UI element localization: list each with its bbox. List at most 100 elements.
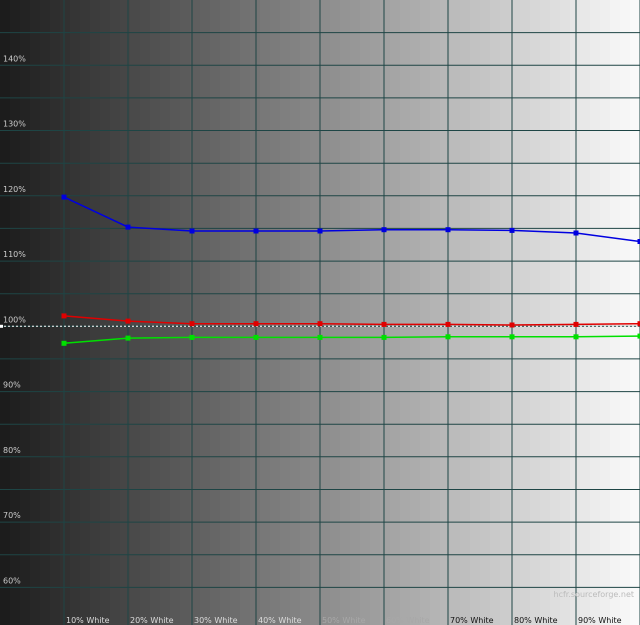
background-band [340, 0, 351, 625]
background-band [540, 0, 551, 625]
background-band [110, 0, 121, 625]
background-band [260, 0, 271, 625]
y-tick-label: 60% [3, 576, 21, 585]
x-tick-label: 70% White [450, 616, 494, 625]
background-band [70, 0, 81, 625]
series-point [189, 334, 195, 340]
series-point [125, 335, 131, 341]
background-band [360, 0, 371, 625]
background-band [370, 0, 381, 625]
background-band [160, 0, 171, 625]
background-band [440, 0, 451, 625]
background-band [40, 0, 51, 625]
background-band [310, 0, 321, 625]
series-point [381, 321, 387, 327]
background-band [420, 0, 431, 625]
series-point [381, 334, 387, 340]
x-tick-label: 60% White [386, 616, 430, 625]
background-band [320, 0, 331, 625]
background-band [280, 0, 291, 625]
series-point [61, 313, 67, 319]
background-band [450, 0, 461, 625]
background-band [60, 0, 71, 625]
background-band [20, 0, 31, 625]
background-band [50, 0, 61, 625]
background-band [200, 0, 211, 625]
background-band [490, 0, 501, 625]
series-point [509, 322, 515, 328]
series-point [509, 334, 515, 340]
background-band [350, 0, 361, 625]
series-point [573, 230, 579, 236]
background-band [590, 0, 601, 625]
x-tick-label: 50% White [322, 616, 366, 625]
watermark: hcfr.sourceforge.net [554, 590, 634, 599]
background-band [390, 0, 401, 625]
background-band [550, 0, 561, 625]
background-band [630, 0, 640, 625]
background-band [0, 0, 11, 625]
y-tick-label: 90% [3, 381, 21, 390]
background-band [500, 0, 511, 625]
series-point [445, 334, 451, 340]
background-band [530, 0, 541, 625]
reference-marker [0, 324, 3, 328]
y-tick-label: 120% [3, 185, 26, 194]
background-band [570, 0, 581, 625]
background-band [230, 0, 241, 625]
x-tick-label: 10% White [66, 616, 110, 625]
y-tick-label: 140% [3, 54, 26, 63]
background-band [240, 0, 251, 625]
series-point [189, 321, 195, 327]
background-band [120, 0, 131, 625]
background-band [90, 0, 101, 625]
y-tick-label: 70% [3, 511, 21, 520]
series-point [189, 228, 195, 234]
background-band [290, 0, 301, 625]
background-band [210, 0, 221, 625]
background-band [610, 0, 621, 625]
y-tick-label: 80% [3, 446, 21, 455]
series-point [317, 321, 323, 327]
background-band [430, 0, 441, 625]
background-band [600, 0, 611, 625]
series-point [253, 228, 259, 234]
background-band [380, 0, 391, 625]
series-point [253, 321, 259, 327]
x-axis-labels: 10% White 20% White 30% White 40% White 50% … [66, 616, 622, 625]
y-tick-label: 100% [3, 315, 26, 324]
background-band [220, 0, 231, 625]
background-band [130, 0, 141, 625]
series-point [509, 227, 515, 233]
background-band [170, 0, 181, 625]
x-tick-label: 20% White [130, 616, 174, 625]
background-band [460, 0, 471, 625]
x-tick-label: 30% White [194, 616, 238, 625]
x-tick-label: 80% White [514, 616, 558, 625]
background-band [270, 0, 281, 625]
series-point [381, 227, 387, 233]
y-tick-label: 110% [3, 250, 26, 259]
luminance-chart: 60% 70% 80% 90% 100% 110% 120% 130% 140% 10% Whi… [0, 0, 640, 625]
background-band [480, 0, 491, 625]
background-band [100, 0, 111, 625]
x-tick-label: 90% White [578, 616, 622, 625]
series-point [125, 318, 131, 324]
background-band [140, 0, 151, 625]
series-point [317, 228, 323, 234]
series-point [125, 224, 131, 230]
background-band [620, 0, 631, 625]
series-point [253, 334, 259, 340]
background-band [150, 0, 161, 625]
background-band [330, 0, 341, 625]
x-tick-label: 40% White [258, 616, 302, 625]
series-point [445, 321, 451, 327]
background-band [410, 0, 421, 625]
background-band [80, 0, 91, 625]
background-band [470, 0, 481, 625]
series-point [573, 334, 579, 340]
series-point [445, 227, 451, 233]
background-band [30, 0, 41, 625]
background-band [580, 0, 591, 625]
background-band [250, 0, 261, 625]
